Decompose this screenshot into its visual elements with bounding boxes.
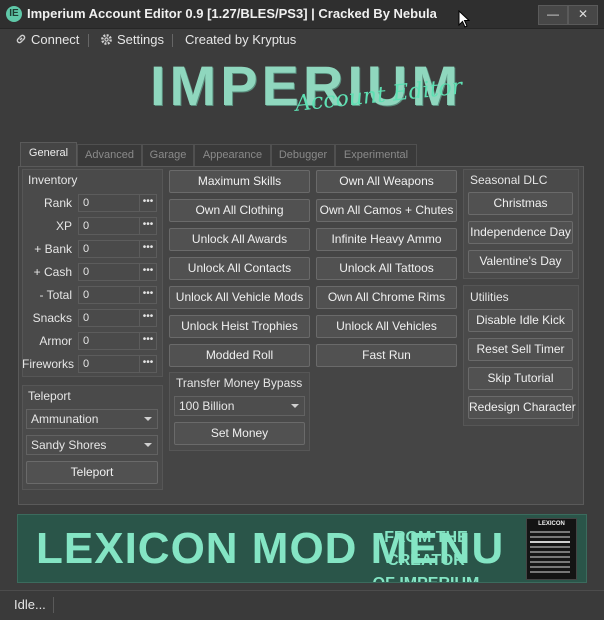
seasonal-dlc-title: Seasonal DLC [470, 173, 548, 187]
preview-line [530, 561, 570, 563]
total-options-button[interactable]: ••• [139, 286, 157, 304]
money-amount-select[interactable]: 100 Billion [174, 396, 305, 416]
banner-tagline: FROM THE CREATOR OF IMPERIUM [358, 526, 494, 582]
set-money-button[interactable]: Set Money [174, 422, 305, 445]
preview-line [530, 546, 570, 548]
own-all-weapons-button[interactable]: Own All Weapons [316, 170, 457, 193]
fast-run-button[interactable]: Fast Run [316, 344, 457, 367]
redesign-character-button[interactable]: Redesign Character [468, 396, 576, 419]
preview-line [530, 551, 570, 553]
xp-options-button[interactable]: ••• [139, 217, 157, 235]
maximum-skills-button[interactable]: Maximum Skills [169, 170, 310, 193]
lexicon-banner[interactable]: LEXICON MOD MENU FROM THE CREATOR OF IMP… [17, 514, 587, 583]
teleport-category-select[interactable]: Ammunation [26, 409, 158, 429]
reset-sell-timer-button[interactable]: Reset Sell Timer [468, 338, 573, 361]
link-icon [16, 34, 26, 44]
title-bar: IE Imperium Account Editor 0.9 [1.27/BLE… [0, 0, 604, 29]
own-all-clothing-button[interactable]: Own All Clothing [169, 199, 310, 222]
utilities-title: Utilities [470, 290, 509, 304]
connect-label: Connect [31, 32, 80, 47]
armor-label: Armor [39, 334, 72, 348]
status-text: Idle... [14, 597, 46, 612]
teleport-title: Teleport [28, 389, 71, 403]
tab-general[interactable]: General [20, 142, 77, 167]
menu-divider [88, 34, 89, 47]
banner-tagline-line-1: FROM THE CREATOR [384, 529, 468, 569]
teleport-location-value: Sandy Shores [31, 438, 107, 452]
gear-icon [101, 34, 112, 45]
preview-line [530, 556, 570, 558]
menu-preview-image: LEXICON [526, 518, 577, 580]
chevron-down-icon [291, 404, 299, 408]
valentines-day-button[interactable]: Valentine's Day [468, 250, 573, 273]
settings-menu[interactable]: Settings [100, 32, 164, 48]
unlock-all-vehicles-button[interactable]: Unlock All Vehicles [316, 315, 457, 338]
tab-garage[interactable]: Garage [142, 144, 194, 167]
rank-label: Rank [43, 196, 72, 210]
unlock-heist-trophies-button[interactable]: Unlock Heist Trophies [169, 315, 310, 338]
connect-menu[interactable]: Connect [15, 32, 79, 48]
xp-label: XP [55, 219, 72, 233]
infinite-heavy-ammo-button[interactable]: Infinite Heavy Ammo [316, 228, 457, 251]
imperium-logo-icon: IE [6, 6, 22, 22]
preview-line [530, 566, 570, 568]
minimize-button[interactable]: — [538, 5, 568, 25]
bank-options-button[interactable]: ••• [139, 240, 157, 258]
own-all-chrome-rims-button[interactable]: Own All Chrome Rims [316, 286, 457, 309]
tab-experimental[interactable]: Experimental [335, 144, 417, 167]
unlock-all-tattoos-button[interactable]: Unlock All Tattoos [316, 257, 457, 280]
teleport-button[interactable]: Teleport [26, 461, 158, 484]
inventory-title: Inventory [28, 173, 78, 187]
preview-line [530, 531, 570, 533]
bank-label: + Bank [34, 242, 72, 256]
money-amount-value: 100 Billion [179, 399, 235, 413]
unlock-all-contacts-button[interactable]: Unlock All Contacts [169, 257, 310, 280]
fireworks-label: Fireworks [22, 357, 75, 371]
banner-tagline-line-2: OF IMPERIUM [358, 572, 494, 582]
skip-tutorial-button[interactable]: Skip Tutorial [468, 367, 573, 390]
tab-debugger[interactable]: Debugger [271, 144, 335, 167]
fireworks-options-button[interactable]: ••• [139, 355, 157, 373]
teleport-location-select[interactable]: Sandy Shores [26, 435, 158, 455]
preview-line [530, 571, 570, 573]
window-title: Imperium Account Editor 0.9 [1.27/BLES/P… [27, 6, 437, 21]
status-divider [53, 597, 54, 613]
chevron-down-icon [144, 417, 152, 421]
snacks-options-button[interactable]: ••• [139, 309, 157, 327]
menu-divider [172, 34, 173, 47]
cash-options-button[interactable]: ••• [139, 263, 157, 281]
armor-options-button[interactable]: ••• [139, 332, 157, 350]
snacks-label: Snacks [32, 311, 72, 325]
status-bar: Idle... [0, 590, 604, 620]
mouse-cursor-icon [458, 10, 470, 28]
cash-label: + Cash [33, 265, 72, 279]
chevron-down-icon [144, 443, 152, 447]
menu-bar: Connect Settings Created by Kryptus [0, 29, 604, 51]
preview-line [530, 541, 570, 543]
own-all-camos-chutes-button[interactable]: Own All Camos + Chutes [316, 199, 457, 222]
unlock-all-vehicle-mods-button[interactable]: Unlock All Vehicle Mods [169, 286, 310, 309]
rank-options-button[interactable]: ••• [139, 194, 157, 212]
transfer-money-title: Transfer Money Bypass [176, 376, 303, 390]
preview-title: LEXICON [538, 521, 565, 527]
teleport-category-value: Ammunation [31, 412, 99, 426]
unlock-all-awards-button[interactable]: Unlock All Awards [169, 228, 310, 251]
preview-line [530, 536, 570, 538]
total-label: - Total [39, 288, 72, 302]
tab-appearance[interactable]: Appearance [194, 144, 271, 167]
independence-day-button[interactable]: Independence Day [468, 221, 573, 244]
tab-advanced[interactable]: Advanced [77, 144, 142, 167]
modded-roll-button[interactable]: Modded Roll [169, 344, 310, 367]
credit-text: Created by Kryptus [185, 32, 297, 47]
christmas-button[interactable]: Christmas [468, 192, 573, 215]
close-button[interactable]: ✕ [568, 5, 598, 25]
settings-label: Settings [117, 32, 164, 47]
disable-idle-kick-button[interactable]: Disable Idle Kick [468, 309, 573, 332]
